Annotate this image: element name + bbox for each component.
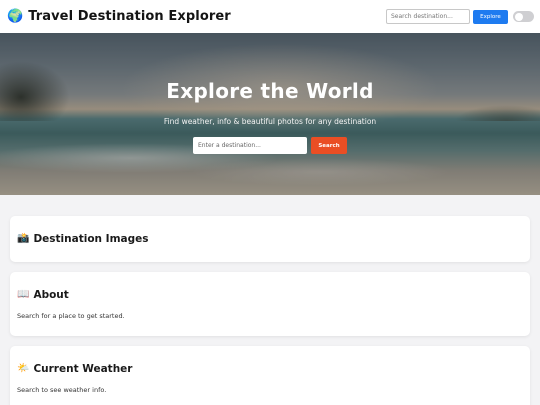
destination-input[interactable] [193, 137, 307, 154]
hero-title: Explore the World [166, 79, 374, 103]
weather-text: Search to see weather info. [17, 386, 107, 394]
top-navbar: 🌍 Travel Destination Explorer Explore [0, 0, 540, 33]
current-weather-title: Current Weather [33, 363, 133, 375]
about-card: 📖 About Search for a place to get starte… [10, 272, 530, 336]
card-heading: 📸 Destination Images [17, 233, 523, 245]
app-title: Travel Destination Explorer [28, 9, 231, 24]
hero-overlay [0, 33, 540, 195]
sun-cloud-icon: 🌤️ [17, 363, 30, 374]
brand: 🌍 Travel Destination Explorer [7, 9, 231, 24]
toggle-knob [515, 12, 523, 21]
hero-search-button[interactable]: Search [311, 137, 347, 154]
about-text: Search for a place to get started. [17, 312, 125, 320]
card-heading: 📖 About [17, 289, 523, 301]
camera-icon: 📸 [17, 233, 30, 244]
globe-icon: 🌍 [7, 9, 24, 24]
about-title: About [33, 289, 69, 301]
current-weather-card: 🌤️ Current Weather Search to see weather… [10, 346, 530, 405]
explore-button[interactable]: Explore [473, 9, 508, 24]
destination-images-title: Destination Images [33, 233, 149, 245]
header-search-group: Explore [386, 9, 534, 24]
hero-subtitle: Find weather, info & beautiful photos fo… [163, 117, 377, 126]
header-search-input[interactable] [386, 9, 470, 24]
destination-images-card: 📸 Destination Images [10, 216, 530, 262]
theme-toggle[interactable] [513, 11, 534, 22]
card-heading: 🌤️ Current Weather [17, 363, 523, 375]
hero-banner: Explore the World Find weather, info & b… [0, 33, 540, 195]
book-icon: 📖 [17, 289, 30, 300]
hero-search-form: Search [193, 137, 347, 154]
